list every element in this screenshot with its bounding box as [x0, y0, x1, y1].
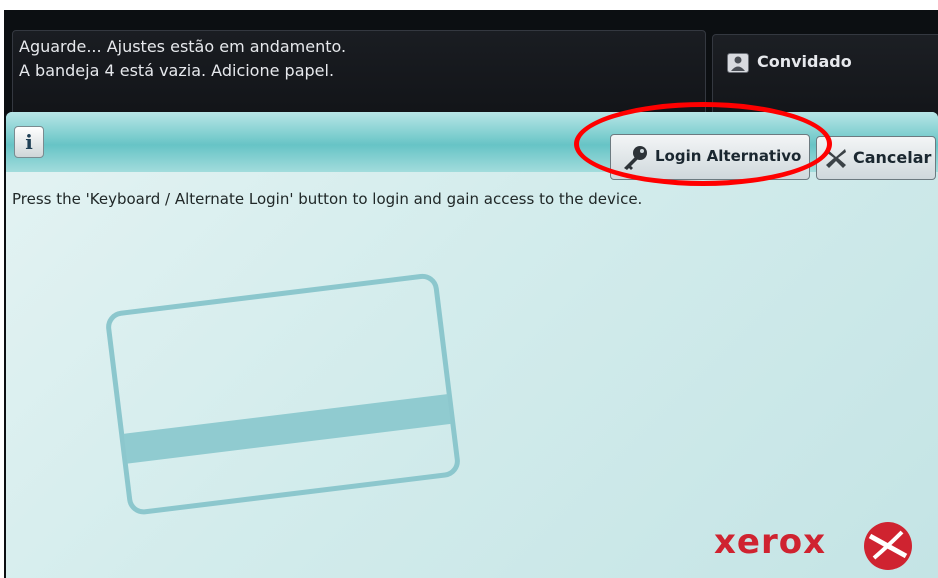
tray-empty-message: A bandeja 4 está vazia. Adicione papel.	[19, 61, 335, 80]
xerox-wordmark: xerox	[714, 522, 827, 562]
status-panel: Aguarde... Ajustes estão em andamento. A…	[12, 30, 706, 118]
card-reader-illustration	[104, 264, 464, 524]
main-panel: i Login Alternativo Cancelar Press the '…	[6, 112, 938, 578]
alternate-login-button[interactable]: Login Alternativo	[610, 134, 810, 180]
key-icon	[621, 145, 649, 171]
alternate-login-label: Login Alternativo	[655, 147, 802, 165]
user-panel[interactable]: Convidado	[712, 34, 938, 118]
status-message: Aguarde... Ajustes estão em andamento.	[19, 37, 347, 56]
cancel-button[interactable]: Cancelar	[816, 136, 936, 180]
xerox-ball-icon	[862, 520, 914, 572]
user-label: Convidado	[757, 52, 852, 71]
cancel-label: Cancelar	[853, 148, 932, 167]
login-instructions: Press the 'Keyboard / Alternate Login' b…	[12, 190, 643, 208]
cancel-icon	[823, 145, 849, 171]
user-icon	[727, 53, 749, 73]
info-button[interactable]: i	[14, 126, 44, 158]
title-bar: i Login Alternativo Cancelar	[6, 112, 938, 180]
xerox-logo: xerox	[712, 520, 922, 576]
